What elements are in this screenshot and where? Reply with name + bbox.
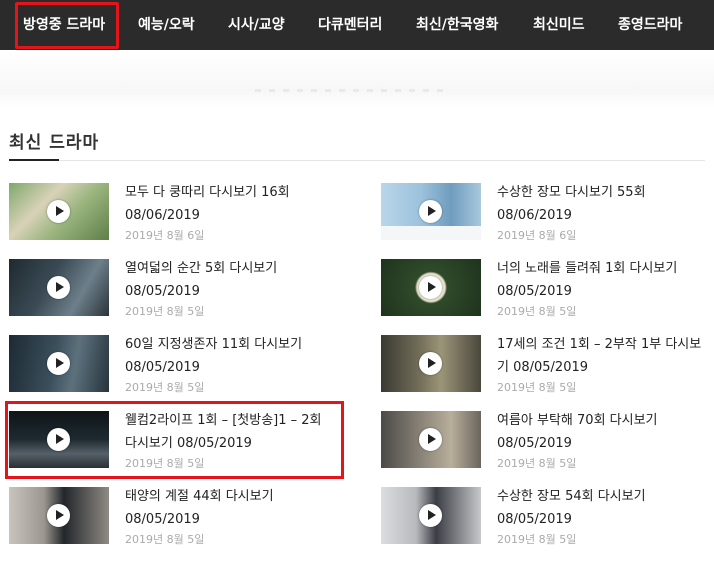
post-title[interactable]: 열여덟의 순간 5회 다시보기 08/05/2019 [125, 257, 337, 303]
post-card[interactable]: 모두 다 쿵따리 다시보기 16회 08/06/2019 2019년 8월 6일 [9, 183, 339, 247]
post-date: 2019년 8월 5일 [497, 381, 577, 394]
post-date: 2019년 8월 5일 [125, 533, 205, 546]
post-title[interactable]: 수상한 장모 54회 다시보기 08/05/2019 [497, 485, 709, 531]
post-title[interactable]: 너의 노래를 들려줘 1회 다시보기 08/05/2019 [497, 257, 709, 303]
section-title-underline [9, 159, 59, 161]
play-icon[interactable] [47, 200, 70, 223]
play-icon[interactable] [47, 504, 70, 527]
active-nav-highlight-box [15, 2, 119, 49]
post-card[interactable]: 17세의 조건 1회 – 2부작 1부 다시보기 08/05/2019 2019… [381, 335, 711, 399]
section-divider [9, 160, 705, 161]
post-thumbnail[interactable] [9, 183, 109, 240]
post-date: 2019년 8월 6일 [497, 229, 577, 242]
post-thumbnail[interactable] [9, 487, 109, 544]
post-title[interactable]: 여름아 부탁해 70회 다시보기 08/05/2019 [497, 409, 709, 455]
post-title[interactable]: 60일 지정생존자 11회 다시보기 08/05/2019 [125, 333, 337, 379]
post-card[interactable]: 너의 노래를 들려줘 1회 다시보기 08/05/2019 2019년 8월 5… [381, 259, 711, 323]
play-icon[interactable] [419, 276, 442, 299]
play-icon[interactable] [47, 352, 70, 375]
post-date: 2019년 8월 5일 [497, 533, 577, 546]
section-title: 최신 드라마 [9, 133, 100, 153]
highlighted-post-box [5, 401, 344, 479]
top-navigation-bar: 방영중 드라마 예능/오락 시사/교양 다큐멘터리 최신/한국영화 최신미드 종… [0, 0, 714, 50]
post-thumbnail[interactable] [381, 411, 481, 468]
banner-area [0, 50, 714, 108]
play-icon[interactable] [419, 352, 442, 375]
play-icon[interactable] [47, 276, 70, 299]
post-date: 2019년 8월 5일 [497, 305, 577, 318]
post-thumbnail[interactable] [381, 183, 481, 240]
post-date: 2019년 8월 5일 [125, 305, 205, 318]
nav-item-korean-movies[interactable]: 최신/한국영화 [416, 0, 498, 50]
post-card[interactable]: 여름아 부탁해 70회 다시보기 08/05/2019 2019년 8월 5일 [381, 411, 711, 475]
post-card[interactable]: 60일 지정생존자 11회 다시보기 08/05/2019 2019년 8월 5… [9, 335, 339, 399]
play-icon[interactable] [419, 504, 442, 527]
post-card[interactable]: 열여덟의 순간 5회 다시보기 08/05/2019 2019년 8월 5일 [9, 259, 339, 323]
post-title[interactable]: 수상한 장모 다시보기 55회 08/06/2019 [497, 181, 709, 227]
nav-item-ended-drama[interactable]: 종영드라마 [618, 0, 682, 50]
post-thumbnail[interactable] [9, 335, 109, 392]
post-card[interactable]: 수상한 장모 54회 다시보기 08/05/2019 2019년 8월 5일 [381, 487, 711, 551]
post-title[interactable]: 태양의 계절 44회 다시보기 08/05/2019 [125, 485, 337, 531]
banner-placeholder-dots [255, 89, 445, 92]
nav-item-us-drama[interactable]: 최신미드 [533, 0, 585, 50]
post-date: 2019년 8월 5일 [497, 457, 577, 470]
post-card[interactable]: 태양의 계절 44회 다시보기 08/05/2019 2019년 8월 5일 [9, 487, 339, 551]
post-thumbnail[interactable] [9, 259, 109, 316]
post-title[interactable]: 모두 다 쿵따리 다시보기 16회 08/06/2019 [125, 181, 337, 227]
nav-item-variety[interactable]: 예능/오락 [138, 0, 195, 50]
post-date: 2019년 8월 5일 [125, 381, 205, 394]
play-icon[interactable] [419, 428, 442, 451]
nav-item-current-affairs[interactable]: 시사/교양 [228, 0, 285, 50]
post-thumbnail[interactable] [381, 487, 481, 544]
post-thumbnail[interactable] [381, 259, 481, 316]
post-date: 2019년 8월 6일 [125, 229, 205, 242]
post-thumbnail[interactable] [381, 335, 481, 392]
post-title[interactable]: 17세의 조건 1회 – 2부작 1부 다시보기 08/05/2019 [497, 333, 709, 379]
play-icon[interactable] [419, 200, 442, 223]
post-card[interactable]: 수상한 장모 다시보기 55회 08/06/2019 2019년 8월 6일 [381, 183, 711, 247]
nav-item-documentary[interactable]: 다큐멘터리 [318, 0, 382, 50]
